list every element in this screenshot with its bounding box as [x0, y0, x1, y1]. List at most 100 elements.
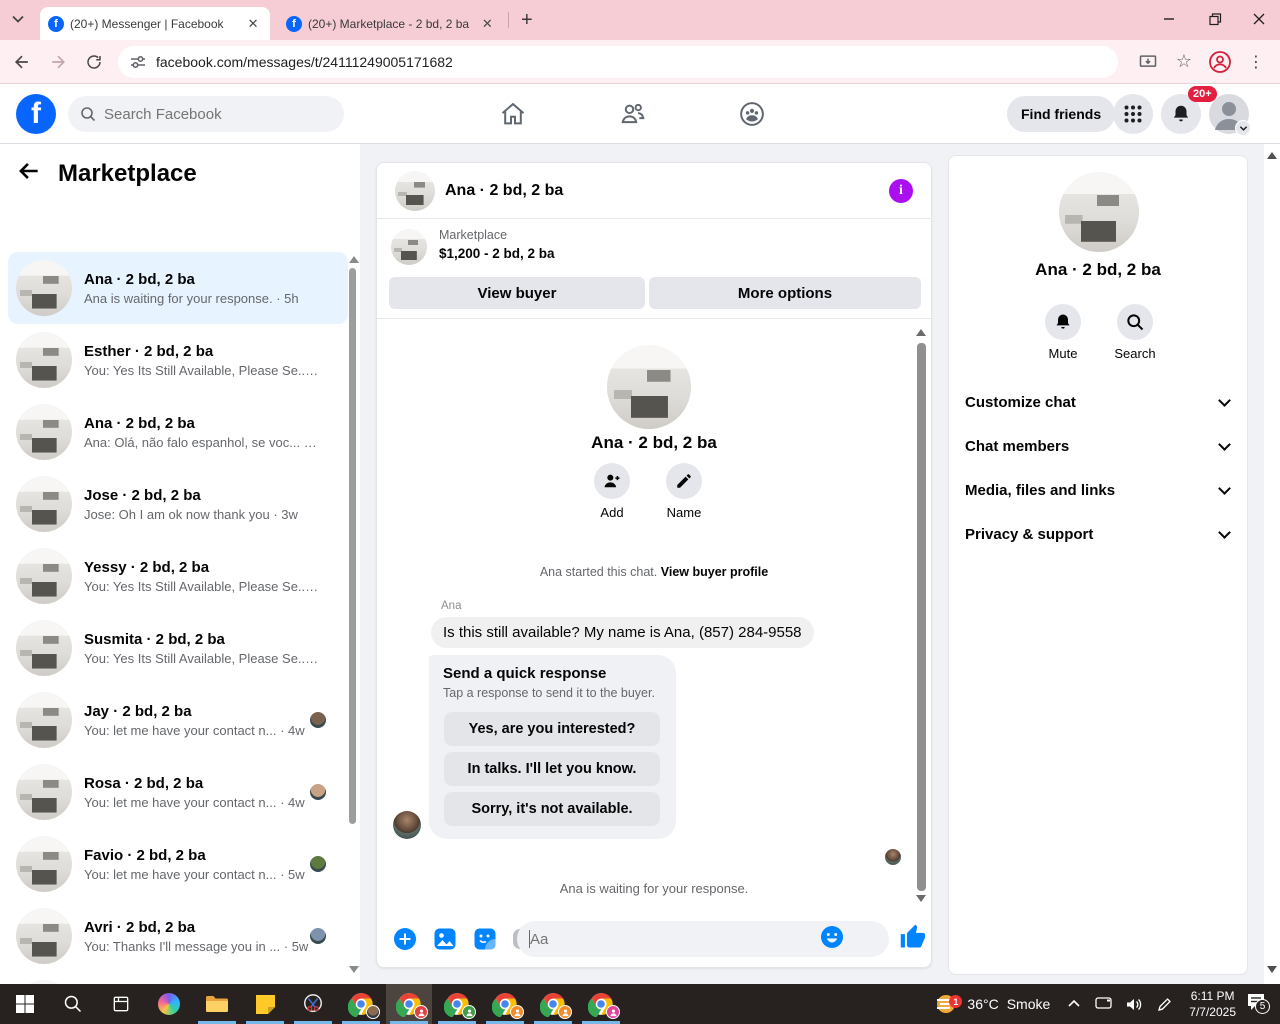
taskbar-clock[interactable]: 6:11 PM 7/7/2025	[1189, 988, 1236, 1020]
emoji-icon[interactable]	[820, 925, 844, 954]
like-thumb-icon[interactable]	[899, 923, 927, 956]
tab-close-icon[interactable]: ✕	[244, 15, 262, 33]
message-input[interactable]	[517, 921, 889, 957]
chat-avatar[interactable]	[395, 170, 435, 211]
panel-section-privacy-support[interactable]: Privacy & support	[949, 512, 1247, 556]
pen-icon[interactable]	[1157, 997, 1172, 1012]
conversation-snippet: Ana is waiting for your response. · 5h	[84, 290, 299, 306]
view-buyer-profile-link[interactable]: View buyer profile	[661, 565, 768, 579]
sidebar-scroll-up[interactable]	[349, 256, 359, 263]
folder-icon	[206, 996, 228, 1012]
tab-close-icon[interactable]: ✕	[479, 15, 496, 33]
browser-tab-messenger[interactable]: f (20+) Messenger | Facebook ✕	[40, 7, 270, 40]
panel-section-media-files-and-links[interactable]: Media, files and links	[949, 468, 1247, 512]
snipping-tool-button[interactable]	[290, 984, 336, 1024]
chrome-window-button[interactable]	[530, 984, 576, 1024]
chat-scroll-up[interactable]	[916, 329, 926, 336]
browser-tab-marketplace[interactable]: f (20+) Marketplace - 2 bd, 2 ba ✕	[278, 7, 504, 40]
back-icon[interactable]	[8, 48, 36, 76]
profile-avatar[interactable]	[1209, 94, 1251, 136]
quick-response-option[interactable]: Yes, are you interested?	[444, 712, 660, 746]
chat-scroll-down[interactable]	[916, 895, 926, 902]
taskbar-search-button[interactable]	[50, 984, 96, 1024]
conversation-item[interactable]: Ana · 2 bd, 2 ba Ana: Olá, não falo espan…	[8, 396, 348, 468]
groups-icon[interactable]	[738, 100, 766, 133]
incoming-message-bubble[interactable]: Is this still available? My name is Ana,…	[431, 617, 814, 648]
conversation-item[interactable]: Favio · 2 bd, 2 ba You: let me have your …	[8, 828, 348, 900]
action-center-button[interactable]: 5	[1246, 993, 1270, 1016]
window-close-button[interactable]	[1236, 0, 1280, 38]
back-arrow-icon[interactable]	[16, 158, 42, 189]
browser-menu-icon[interactable]: ⋮	[1242, 48, 1270, 76]
file-explorer-button[interactable]	[194, 984, 240, 1024]
panel-section-customize-chat[interactable]: Customize chat	[949, 380, 1247, 424]
chrome-window-button[interactable]	[386, 984, 432, 1024]
task-view-button[interactable]	[98, 984, 144, 1024]
tab-search-icon[interactable]	[10, 11, 26, 32]
conversation-item[interactable]: Rosa · 2 bd, 2 ba You: let me have your c…	[8, 756, 348, 828]
conversation-item[interactable]: Avri · 2 bd, 2 ba You: Thanks I'll messag…	[8, 900, 348, 972]
quick-response-option[interactable]: Sorry, it's not available.	[444, 792, 660, 826]
search-input[interactable]	[104, 105, 304, 123]
conversation-title: Favio · 2 bd, 2 ba	[84, 846, 206, 864]
url-text: facebook.com/messages/t/2411124900517168…	[156, 53, 453, 70]
add-member-button[interactable]	[594, 463, 630, 499]
bookmark-star-icon[interactable]: ☆	[1170, 48, 1198, 76]
site-settings-icon[interactable]	[130, 54, 146, 70]
sticky-notes-button[interactable]	[242, 984, 288, 1024]
panel-section-chat-members[interactable]: Chat members	[949, 424, 1247, 468]
copilot-button[interactable]	[146, 984, 192, 1024]
conversation-item[interactable]: Jose · 2 bd, 2 ba Jose: Oh I am ok now th…	[8, 468, 348, 540]
conversation-info-icon[interactable]: i	[889, 179, 913, 203]
conversation-item[interactable]: Jay · 2 bd, 2 ba You: let me have your co…	[8, 684, 348, 756]
conversation-item[interactable]: Ana · 2 bd, 2 ba Ana is waiting for your …	[8, 252, 348, 324]
photo-icon[interactable]	[433, 927, 457, 951]
apps-menu-button[interactable]	[1113, 94, 1153, 134]
conversation-item[interactable]: Esther · 2 bd, 2 ba You: Yes Its Still Av…	[8, 324, 348, 396]
pencil-icon	[677, 474, 691, 488]
display-cast-icon[interactable]	[1095, 997, 1112, 1011]
reload-icon[interactable]	[80, 48, 108, 76]
conversation-item[interactable]: Yessy · 2 bd, 2 ba You: Yes Its Still Ava…	[8, 540, 348, 612]
search-in-chat-button[interactable]	[1117, 304, 1153, 340]
conversation-title: Jose · 2 bd, 2 ba	[84, 486, 201, 504]
message-input-field[interactable]	[530, 930, 820, 948]
edit-name-button[interactable]	[666, 463, 702, 499]
conversation-title: Ana · 2 bd, 2 ba	[84, 270, 195, 288]
window-minimize-button[interactable]	[1146, 0, 1192, 38]
volume-icon[interactable]	[1126, 997, 1143, 1012]
apps-grid-icon	[1124, 105, 1142, 123]
page-scroll-down[interactable]	[1267, 966, 1277, 973]
facebook-search[interactable]	[68, 96, 344, 132]
sidebar-scrollbar[interactable]	[349, 268, 356, 824]
view-buyer-button[interactable]: View buyer	[389, 277, 645, 309]
facebook-logo[interactable]: f	[16, 94, 56, 134]
chrome-window-button[interactable]	[482, 984, 528, 1024]
weather-widget[interactable]: 1 36°C Smoke	[933, 991, 1060, 1017]
mute-button[interactable]	[1045, 304, 1081, 340]
attach-plus-icon[interactable]	[393, 927, 417, 951]
tray-expand-icon[interactable]	[1067, 997, 1081, 1011]
more-options-button[interactable]: More options	[649, 277, 921, 309]
new-tab-button[interactable]: +	[521, 9, 533, 32]
conversation-snippet: You: Thanks I'll message you in ... · 5w	[84, 938, 309, 954]
start-button[interactable]	[2, 984, 48, 1024]
browser-profile-icon[interactable]	[1206, 48, 1234, 76]
quick-response-option[interactable]: In talks. I'll let you know.	[444, 752, 660, 786]
sticker-icon[interactable]	[473, 927, 497, 951]
conversation-item[interactable]: Susmita · 2 bd, 2 ba You: Yes Its Still A…	[8, 612, 348, 684]
chat-scrollbar[interactable]	[917, 343, 926, 891]
page-scroll-up[interactable]	[1267, 152, 1277, 159]
page-scrollbar[interactable]	[1264, 144, 1280, 984]
find-friends-button[interactable]: Find friends	[1007, 96, 1116, 132]
forward-icon[interactable]	[44, 48, 72, 76]
chrome-window-button[interactable]	[338, 984, 384, 1024]
address-bar[interactable]: facebook.com/messages/t/2411124900517168…	[118, 45, 1118, 78]
chrome-window-button[interactable]	[434, 984, 480, 1024]
sidebar-scroll-down[interactable]	[349, 966, 359, 973]
friends-icon[interactable]	[619, 100, 647, 133]
install-icon[interactable]	[1134, 48, 1162, 76]
home-icon[interactable]	[499, 100, 527, 133]
chrome-window-button[interactable]	[578, 984, 624, 1024]
window-restore-button[interactable]	[1192, 0, 1238, 38]
